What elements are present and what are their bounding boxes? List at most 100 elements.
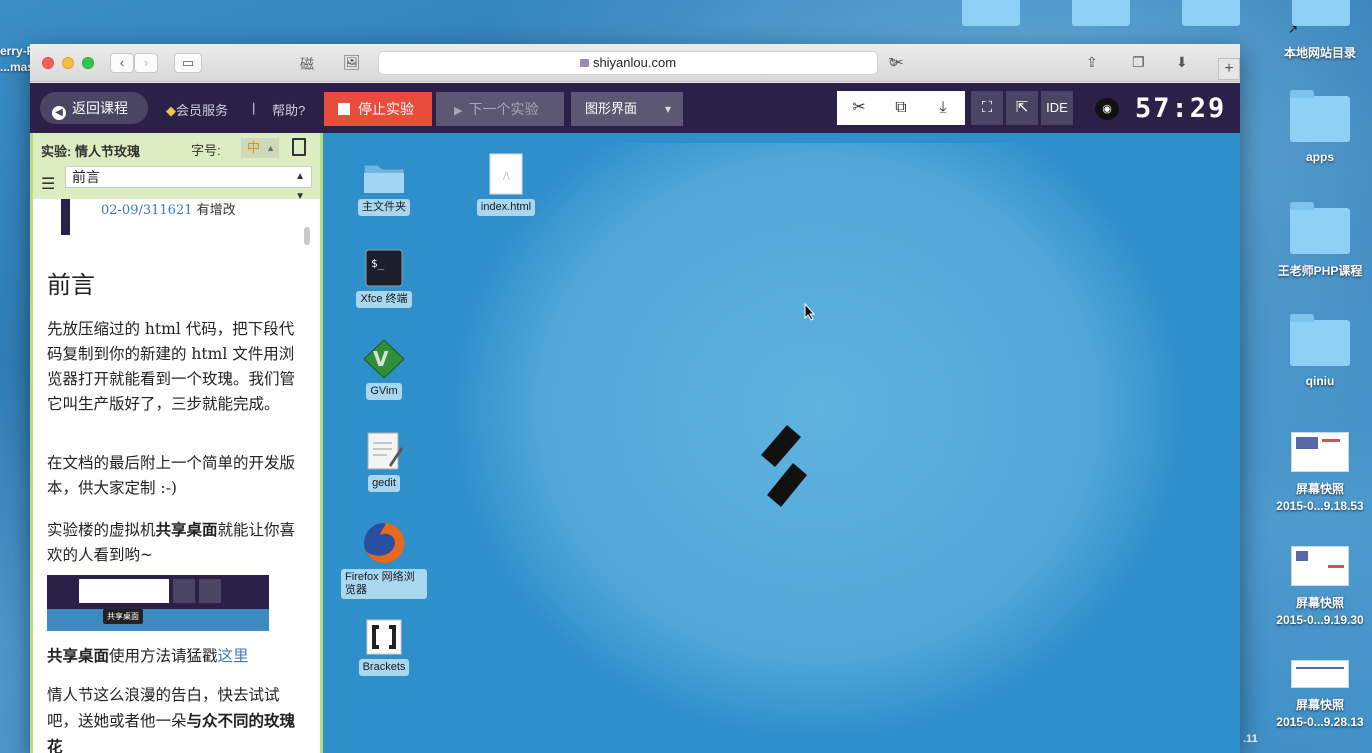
vip-service-link[interactable]: ◆会员服务 [166, 100, 228, 119]
new-tab-button[interactable]: + [1218, 58, 1240, 80]
shiyanlou-logo-icon [761, 425, 807, 507]
experiment-title: 实验: 情人节玫瑰 [41, 141, 140, 160]
font-size-select[interactable]: 中▲▼ [241, 138, 279, 173]
lab-toolbar: ◀ 返回课程 ◆会员服务 | 帮助? 停止实验 ▶ 下一个实验 图形界面 ▾ ✂ ⧉ … [30, 83, 1240, 133]
vm-icon-firefox[interactable]: Firefox 网络浏览器 [341, 521, 427, 599]
desktop-item-apps[interactable]: apps [1270, 90, 1370, 164]
zoom-window-button[interactable] [82, 57, 94, 69]
quote-link[interactable]: 02-09/311621 [101, 203, 192, 218]
skip-icon: ▶ [454, 105, 463, 117]
interface-mode-select[interactable]: 图形界面 ▾ [571, 92, 683, 126]
text-editor-icon [367, 432, 403, 470]
image-icon[interactable]: 🖼 [343, 54, 361, 71]
font-size-value: 中 [247, 140, 261, 155]
back-nav-button[interactable]: ‹ [110, 53, 134, 73]
ide-button[interactable]: IDE [1041, 91, 1073, 125]
chevron-right-icon: › [143, 55, 149, 70]
share-desktop-icon[interactable]: ⧉ [881, 91, 921, 125]
section-value: 前言 [72, 169, 100, 185]
tab-favicon[interactable]: 磁 [300, 54, 314, 74]
download-icon[interactable]: ⬇ [1176, 54, 1188, 71]
vm-icon-label: gedit [368, 475, 400, 492]
paragraph: 先放压缩过的 html 代码，把下段代码复制到你的新建的 html 文件用浏览器… [47, 320, 296, 413]
screenshot-tool-icon[interactable]: ✂ [892, 54, 904, 71]
paragraph: 共享桌面使用方法请猛戳这里 [47, 643, 299, 669]
browser-titlebar: ‹ › ▭ 磁 🖼 shiyanlou.com ↻ ✂ ⇪ ❐ ⬇ + [30, 44, 1240, 82]
desktop-item-label: 屏幕快照 [1295, 596, 1344, 610]
eye-icon[interactable]: ◉ [1095, 98, 1119, 120]
download-icon[interactable]: ⤓ [923, 91, 963, 125]
desktop-item-label: 本地网站目录 [1283, 46, 1356, 60]
vm-icon-label: index.html [476, 199, 536, 216]
lock-icon [579, 59, 589, 67]
vm-desktop[interactable]: 主文件夹 /\ index.html $_ Xfce 终端 V GVim ged… [323, 133, 1240, 753]
desktop-item-screenshot[interactable]: 屏幕快照 2015-0...9.19.30 [1270, 546, 1370, 627]
scissors-icon[interactable]: ✂ [839, 91, 879, 125]
vm-icon-gedit[interactable]: gedit [349, 431, 419, 492]
experiment-name: 情人节玫瑰 [74, 144, 140, 159]
here-link[interactable]: 这里 [218, 647, 249, 665]
folder-icon [1290, 314, 1350, 366]
desktop-cut-label: ...mas [0, 60, 35, 74]
vm-tool-group: ✂ ⧉ ⤓ [837, 91, 965, 125]
share-icon[interactable]: ⇪ [1086, 54, 1098, 71]
desktop-item-label: 王老师PHP课程 [1277, 264, 1363, 278]
arrow-left-icon: ◀ [52, 106, 66, 120]
help-link[interactable]: 帮助? [272, 100, 305, 119]
desktop-item-sublabel: 2015-0...9.18.53 [1276, 499, 1364, 513]
tabs-overview-icon[interactable]: ❐ [1132, 54, 1145, 71]
desktop-folder-tile[interactable] [962, 0, 1020, 26]
open-external-icon[interactable]: ⇱ [1006, 91, 1038, 125]
forward-nav-button[interactable]: › [134, 53, 158, 73]
vm-icon-gvim[interactable]: V GVim [349, 339, 419, 400]
vm-icon-terminal[interactable]: $_ Xfce 终端 [349, 249, 419, 308]
mouse-cursor-icon [804, 303, 816, 321]
desktop-cut-label: erry-F [0, 44, 35, 58]
desktop-stray-text: .11 [1243, 733, 1258, 745]
fullscreen-icon[interactable]: ⛶ [971, 91, 1003, 125]
vm-icon-index-html[interactable]: /\ index.html [471, 153, 541, 216]
chevron-left-icon: ‹ [119, 55, 125, 70]
back-to-course-button[interactable]: ◀ 返回课程 [40, 92, 148, 124]
text: 实验楼的虚拟机 [47, 521, 156, 539]
vm-icon-brackets[interactable]: Brackets [349, 619, 419, 676]
desktop-item-local-site[interactable]: 本地网站目录 [1270, 44, 1370, 61]
screenshot-thumbnail-icon [1291, 432, 1349, 472]
paragraph: 情人节这么浪漫的告白，快去试试吧，送她或者他一朵与众不同的玫瑰花 [47, 683, 299, 753]
minimize-window-button[interactable] [62, 57, 74, 69]
vm-icon-label: Firefox 网络浏览器 [341, 569, 427, 599]
alias-arrow-icon: ↗ [1288, 22, 1299, 36]
desktop-folder-tile[interactable] [1072, 0, 1130, 26]
vm-icon-home-folder[interactable]: 主文件夹 [349, 159, 419, 216]
svg-text:V: V [373, 347, 389, 371]
desktop-item-label: apps [1305, 150, 1334, 164]
next-experiment-button[interactable]: ▶ 下一个实验 [436, 92, 564, 126]
folder-icon [1290, 202, 1350, 254]
screenshot-thumbnail-icon [1291, 546, 1349, 586]
list-icon[interactable]: ☰ [41, 174, 55, 194]
close-window-button[interactable] [42, 57, 54, 69]
terminal-icon: $_ [365, 249, 403, 287]
desktop-item-sublabel: 2015-0...9.28.13 [1276, 715, 1364, 729]
sidebar-toggle-button[interactable]: ▭ [174, 53, 202, 73]
section-heading: 前言 [47, 271, 95, 299]
svg-text:$_: $_ [371, 257, 385, 270]
section-select[interactable]: 前言 ▲ ▼ [65, 166, 312, 202]
stop-label: 停止实验 [358, 101, 414, 117]
desktop-folder-tile[interactable] [1292, 0, 1350, 26]
desktop-item-screenshot[interactable]: 屏幕快照 2015-0...9.28.13 [1270, 660, 1370, 729]
font-size-label: 字号: [191, 143, 221, 158]
desktop-item-php-course[interactable]: 王老师PHP课程 [1270, 202, 1370, 279]
desktop-item-label: 屏幕快照 [1295, 698, 1344, 712]
desktop-folder-tile[interactable] [1182, 0, 1240, 26]
address-bar[interactable]: shiyanlou.com ↻ [378, 51, 899, 75]
desktop-item-label: qiniu [1305, 374, 1335, 388]
document-icon[interactable] [292, 138, 306, 156]
doc-scrollbar[interactable] [304, 227, 310, 245]
mode-label: 图形界面 [585, 101, 638, 116]
back-label: 返回课程 [72, 100, 128, 116]
stop-experiment-button[interactable]: 停止实验 [324, 92, 432, 126]
desktop-item-qiniu[interactable]: qiniu [1270, 314, 1370, 388]
vim-icon: V [363, 339, 405, 379]
desktop-item-screenshot[interactable]: 屏幕快照 2015-0...9.18.53 [1270, 432, 1370, 513]
